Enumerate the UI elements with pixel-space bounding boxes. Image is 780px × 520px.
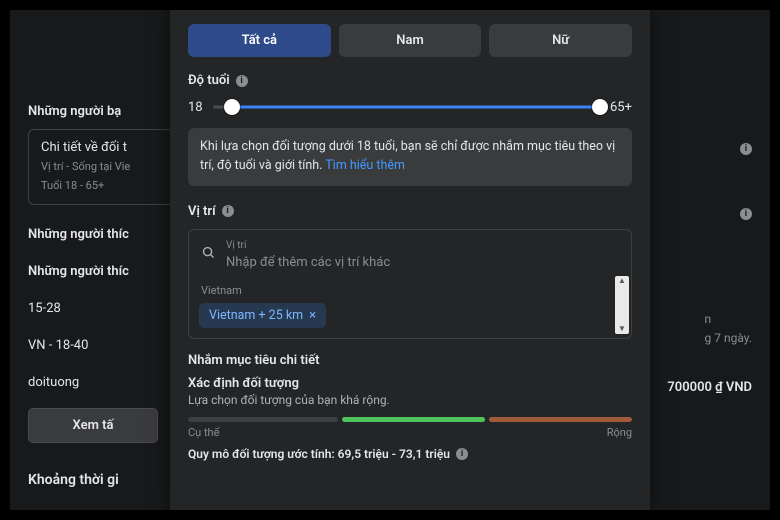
bg-card-sub2: Tuổi 18 - 65+ xyxy=(41,178,185,193)
bg-result-amount: 700000 ₫ VND xyxy=(667,380,752,395)
age-slider[interactable] xyxy=(213,98,600,116)
info-icon[interactable]: i xyxy=(222,205,234,217)
gender-tab-all[interactable]: Tất cả xyxy=(188,24,331,57)
audience-modal: Tất cả Nam Nữ Độ tuổi i 18 65+ Khi lựa c… xyxy=(170,10,650,510)
location-chip[interactable]: Vietnam + 25 km × xyxy=(199,303,326,328)
bg-section-time: Khoảng thời gi xyxy=(28,472,119,488)
learn-more-link[interactable]: Tìm hiểu thêm xyxy=(325,158,405,173)
gender-tab-female[interactable]: Nữ xyxy=(489,24,632,57)
gauge-right-label: Rộng xyxy=(607,426,632,439)
location-label: Vị trí i xyxy=(188,204,632,219)
location-chip-text: Vietnam + 25 km xyxy=(209,308,303,323)
definition-title: Xác định đối tượng xyxy=(188,376,632,391)
age-slider-handle-min[interactable] xyxy=(224,99,240,115)
location-small-label: Vị trí xyxy=(226,240,621,251)
bg-view-all-button[interactable]: Xem tấ xyxy=(28,408,158,443)
chevron-down-icon[interactable]: ▼ xyxy=(618,325,626,333)
age-slider-handle-max[interactable] xyxy=(592,99,608,115)
location-scrollbar[interactable]: ▲ ▼ xyxy=(615,276,629,334)
info-icon[interactable]: i xyxy=(456,448,468,460)
age-max-value: 65+ xyxy=(610,100,632,115)
age-min-value: 18 xyxy=(188,100,203,115)
location-country-label: Vietnam xyxy=(201,284,621,297)
estimated-size: Quy mô đối tượng ước tính: 69,5 triệu - … xyxy=(188,447,632,461)
gender-segmented: Tất cả Nam Nữ xyxy=(188,24,632,57)
search-icon xyxy=(201,245,216,264)
info-icon: i xyxy=(740,143,752,155)
age-label: Độ tuổi i xyxy=(188,73,632,88)
chevron-up-icon[interactable]: ▲ xyxy=(618,277,626,285)
gender-tab-male[interactable]: Nam xyxy=(339,24,482,57)
bg-right-text: n g 7 ngày. xyxy=(705,310,752,348)
audience-gauge: Cụ thể Rộng xyxy=(188,417,632,439)
location-input[interactable] xyxy=(226,255,621,270)
bg-card-sub1: Vị trí - Sống tại Vie xyxy=(41,159,185,174)
bg-card-title: Chi tiết về đối t xyxy=(41,140,185,155)
gauge-left-label: Cụ thể xyxy=(188,426,219,439)
under-18-note: Khi lựa chọn đối tượng dưới 18 tuổi, bạn… xyxy=(188,128,632,186)
location-box: Vị trí Vietnam Vietnam + 25 km × ▲ ▼ xyxy=(188,229,632,339)
definition-sub: Lựa chọn đối tượng của bạn khá rộng. xyxy=(188,393,632,407)
info-icon[interactable]: i xyxy=(236,75,248,87)
close-icon[interactable]: × xyxy=(309,308,316,323)
detailed-targeting-header: Nhắm mục tiêu chi tiết xyxy=(188,353,632,368)
info-icon: i xyxy=(740,208,752,220)
